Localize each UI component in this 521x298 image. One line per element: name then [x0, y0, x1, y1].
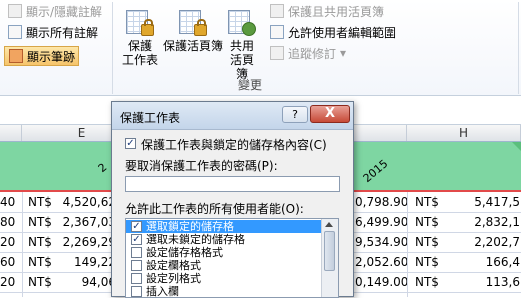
currency-cell[interactable]: NT$ — [28, 215, 52, 229]
protect-sheet-dialog: 保護工作表 ? X ✓ 保護工作表與鎖定的儲存格內容(C) 要取消保護工作表的密… — [111, 101, 354, 298]
permission-label: 設定列格式 — [146, 272, 201, 285]
permission-item[interactable]: 插入欄 — [126, 285, 322, 298]
chevron-down-icon: ▾ — [340, 46, 347, 60]
currency-cell[interactable]: NT$ — [28, 275, 52, 289]
share-workbook-label-line1: 共用 — [229, 39, 254, 53]
permission-label: 設定欄格式 — [146, 259, 201, 272]
dialog-title: 保護工作表 — [120, 111, 181, 125]
value-cell[interactable]: 0,149.00 — [355, 275, 408, 289]
column-header-partial[interactable] — [0, 125, 22, 141]
value-cell[interactable]: 0,798.90 — [355, 195, 408, 209]
value-cell[interactable]: 6,499.90 — [355, 215, 408, 229]
allow-edit-ranges-button[interactable]: 允許使用者編輯範圍 — [270, 23, 396, 41]
row-number[interactable]: 60 — [0, 255, 15, 269]
permission-label: 插入欄 — [146, 285, 179, 298]
value-cell[interactable]: 149,22 — [60, 255, 116, 269]
permission-item[interactable]: 設定儲存格格式 — [126, 246, 322, 259]
permission-item[interactable]: 設定列格式 — [126, 272, 322, 285]
value-cell[interactable]: 2,367,03 — [60, 215, 116, 229]
permission-item[interactable]: ✓ 選取未鎖定的儲存格 — [126, 233, 322, 246]
edit-ranges-icon — [270, 25, 284, 39]
row-number[interactable]: 80 — [0, 215, 15, 229]
scroll-thumb[interactable] — [324, 231, 335, 271]
currency-cell[interactable]: NT$ — [28, 255, 52, 269]
share-workbook-icon — [228, 10, 256, 36]
value-cell[interactable]: 9,534.90 — [355, 235, 408, 249]
show-hide-comments-button[interactable]: 顯示/隱藏註解 — [8, 2, 102, 20]
grid-line — [407, 192, 408, 297]
track-changes-icon — [270, 46, 284, 60]
currency-cell[interactable]: NT$ — [415, 255, 439, 269]
value-cell[interactable]: 2,052.60 — [355, 255, 408, 269]
protect-workbook-label: 保護活頁簿 — [162, 39, 223, 53]
show-all-comments-button[interactable]: 顯示所有註解 — [8, 23, 98, 41]
protect-sheet-icon — [126, 10, 154, 36]
protect-sheet-label-line1: 保護 — [127, 39, 152, 53]
permission-checkbox[interactable] — [131, 273, 142, 284]
share-workbook-button[interactable]: 共用 活頁簿 — [226, 10, 258, 81]
scroll-up-icon[interactable] — [325, 222, 333, 227]
value-cell[interactable]: 4,520,62 — [60, 195, 116, 209]
ribbon: 顯示/隱藏註解 顯示所有註解 顯示筆跡 保護 工作表 保護活頁簿 共用 活頁簿 … — [0, 0, 521, 96]
currency-cell[interactable]: NT$ — [28, 195, 52, 209]
dialog-title-bar[interactable]: 保護工作表 ? X — [112, 102, 353, 130]
protect-contents-checkbox[interactable]: ✓ — [125, 138, 136, 149]
permission-checkbox[interactable] — [131, 247, 142, 258]
help-button[interactable]: ? — [282, 106, 308, 123]
protect-workbook-button[interactable]: 保護活頁簿 — [162, 10, 224, 53]
currency-cell[interactable]: NT$ — [415, 275, 439, 289]
permission-checkbox[interactable]: ✓ — [131, 221, 142, 232]
protect-workbook-icon — [179, 10, 207, 36]
grid-line — [22, 192, 23, 297]
currency-cell[interactable]: NT$ — [28, 235, 52, 249]
permission-item[interactable]: ✓ 選取鎖定的儲存格 — [126, 220, 322, 233]
value-cell[interactable]: 2,269,29 — [60, 235, 116, 249]
permission-checkbox[interactable]: ✓ — [131, 234, 142, 245]
permission-label: 選取未鎖定的儲存格 — [146, 233, 245, 246]
protect-share-icon — [270, 4, 284, 18]
show-ink-button[interactable]: 顯示筆跡 — [4, 46, 79, 66]
row-number[interactable]: 20 — [0, 235, 15, 249]
value-cell[interactable]: 166,4 — [470, 255, 520, 269]
ribbon-separator — [112, 2, 113, 94]
value-cell[interactable]: 113,6 — [470, 275, 520, 289]
ribbon-separator — [518, 2, 519, 94]
permission-item[interactable]: 設定欄格式 — [126, 259, 322, 272]
value-cell[interactable]: 5,417,5 — [470, 195, 520, 209]
permissions-list[interactable]: ✓ 選取鎖定的儲存格 ✓ 選取未鎖定的儲存格 設定儲存格格式 設定欄格式 設定列格式 插入欄 — [125, 218, 339, 298]
permission-checkbox[interactable] — [131, 260, 142, 271]
permission-checkbox[interactable] — [131, 286, 142, 297]
value-cell[interactable]: 94,06 — [60, 275, 116, 289]
ink-icon — [9, 49, 23, 63]
value-cell[interactable]: 2,202,7 — [470, 235, 520, 249]
comment-icon — [8, 4, 22, 18]
protect-sheet-label-line2: 工作表 — [122, 53, 159, 67]
group-label-changes: 變更 — [238, 78, 263, 92]
column-header-h[interactable]: H — [407, 125, 521, 141]
currency-cell[interactable]: NT$ — [415, 215, 439, 229]
comments-icon — [8, 25, 22, 39]
password-input[interactable] — [125, 176, 340, 192]
currency-cell[interactable]: NT$ — [415, 195, 439, 209]
allow-users-label: 允許此工作表的所有使用者能(O): — [125, 202, 304, 216]
permissions-scrollbar[interactable] — [321, 219, 338, 297]
permission-label: 選取鎖定的儲存格 — [146, 220, 234, 233]
close-button[interactable]: X — [310, 105, 350, 123]
protect-share-workbook-button[interactable]: 保護且共用活頁簿 — [270, 2, 384, 20]
track-changes-button[interactable]: 追蹤修訂 ▾ — [270, 44, 346, 62]
permission-label: 設定儲存格格式 — [146, 246, 223, 259]
value-cell[interactable]: 2,832,1 — [470, 215, 520, 229]
corner-marker — [512, 142, 521, 151]
row-number[interactable]: 20 — [0, 275, 15, 289]
currency-cell[interactable]: NT$ — [415, 235, 439, 249]
row-number[interactable]: 40 — [0, 195, 15, 209]
password-label: 要取消保護工作表的密碼(P): — [125, 159, 278, 173]
protect-sheet-button[interactable]: 保護 工作表 — [122, 10, 158, 67]
protect-contents-label: 保護工作表與鎖定的儲存格內容(C) — [141, 138, 327, 152]
